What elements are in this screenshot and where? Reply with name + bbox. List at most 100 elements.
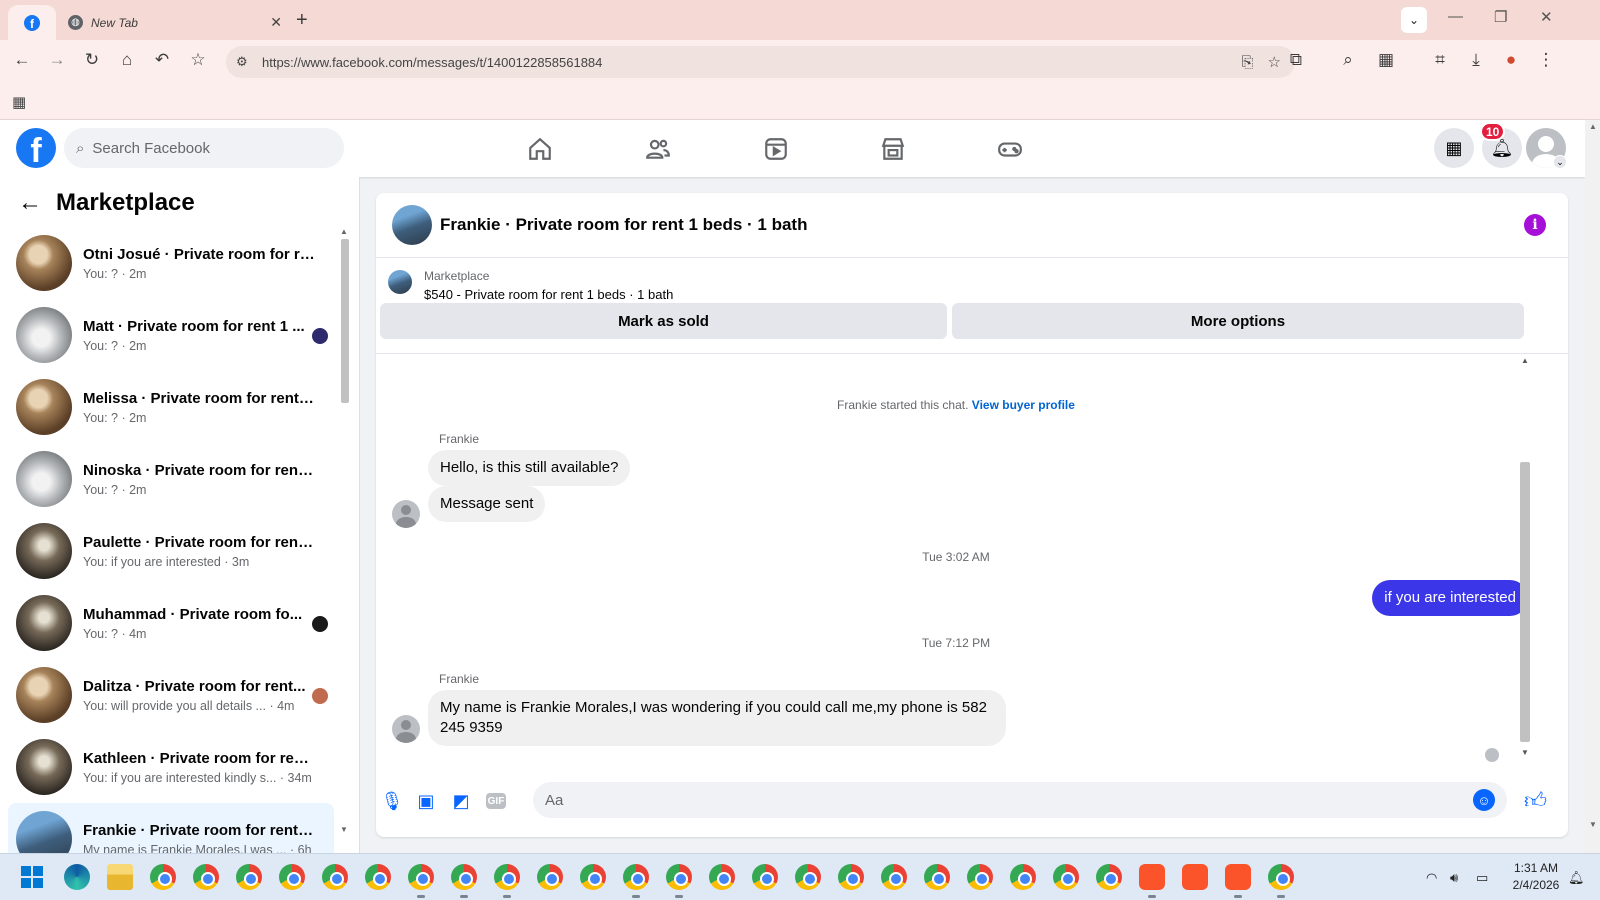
scrollbar-thumb[interactable]: [1520, 462, 1530, 742]
incoming-message[interactable]: Message sent: [428, 486, 546, 522]
nav-gaming-icon[interactable]: [980, 132, 1040, 166]
tab-facebook[interactable]: f: [8, 5, 56, 40]
brave-icon[interactable]: [1182, 864, 1208, 890]
reload-icon[interactable]: ↻: [80, 50, 104, 70]
facebook-search-input[interactable]: [92, 139, 313, 157]
close-window-icon[interactable]: ✕: [1540, 8, 1553, 26]
chrome-icon[interactable]: [1010, 864, 1036, 890]
chrome-icon[interactable]: [279, 864, 305, 890]
chrome-icon[interactable]: [795, 864, 821, 890]
volume-icon[interactable]: 🔊︎: [1450, 870, 1458, 886]
chrome-icon[interactable]: [537, 864, 563, 890]
notification-center-icon[interactable]: 🔔︎: [1568, 870, 1585, 886]
sidebar-scrollbar[interactable]: ▲ ▼: [338, 227, 352, 837]
chevron-down-icon[interactable]: ⌄: [1553, 155, 1567, 169]
chrome-icon[interactable]: [580, 864, 606, 890]
minimize-icon[interactable]: —: [1448, 8, 1463, 25]
edge-icon[interactable]: [64, 864, 90, 890]
message-scrollbar[interactable]: ▲ ▼: [1518, 354, 1532, 766]
conversation-item[interactable]: Dalitza · Private room for rent... You: w…: [8, 659, 334, 731]
system-clock[interactable]: 1:31 AM 2/4/2026: [1508, 860, 1564, 894]
gif-icon[interactable]: GIF: [484, 789, 508, 813]
windows-start-icon[interactable]: [21, 866, 43, 888]
nav-friends-icon[interactable]: [628, 132, 688, 166]
file-explorer-icon[interactable]: [107, 864, 133, 890]
chrome-icon[interactable]: [236, 864, 262, 890]
chrome-icon[interactable]: [451, 864, 477, 890]
download-icon[interactable]: ⤓: [1464, 50, 1488, 70]
chrome-icon[interactable]: [408, 864, 434, 890]
photo-attach-icon[interactable]: ▣: [414, 789, 438, 813]
tab-search-button[interactable]: ⌄: [1401, 7, 1427, 33]
chat-title[interactable]: Frankie · Private room for rent 1 beds ·…: [440, 215, 807, 235]
menu-kebab-icon[interactable]: ⋮: [1534, 50, 1558, 70]
chrome-icon[interactable]: [623, 864, 649, 890]
scrollbar-thumb[interactable]: [341, 239, 349, 403]
brave-icon[interactable]: [1139, 864, 1165, 890]
conversation-item[interactable]: Otni Josué · Private room for re... You: …: [8, 227, 334, 299]
conversation-item[interactable]: Frankie · Private room for rent 1 ... My …: [8, 803, 334, 853]
page-scrollbar[interactable]: ▲ ▼: [1585, 120, 1600, 853]
chrome-icon[interactable]: [193, 864, 219, 890]
qr-code-icon[interactable]: ▦: [1374, 50, 1398, 70]
chrome-icon[interactable]: [322, 864, 348, 890]
chrome-icon[interactable]: [709, 864, 735, 890]
chrome-icon[interactable]: [881, 864, 907, 890]
chrome-icon[interactable]: [494, 864, 520, 890]
microphone-icon[interactable]: 🎙︎: [380, 789, 404, 813]
outgoing-message[interactable]: if you are interested: [1372, 580, 1528, 616]
conversation-item[interactable]: Paulette · Private room for rent ... You:…: [8, 515, 334, 587]
emoji-icon[interactable]: ☺: [1473, 789, 1495, 811]
install-app-icon[interactable]: ⎘: [1242, 54, 1254, 71]
scroll-up-icon[interactable]: ▲: [340, 227, 348, 236]
incoming-message[interactable]: My name is Frankie Morales,I was wonderi…: [428, 690, 1006, 746]
message-input-box[interactable]: ☺: [533, 782, 1507, 818]
conversation-item[interactable]: Kathleen · Private room for rent ... You:…: [8, 731, 334, 803]
apps-grid-icon[interactable]: ▦: [12, 93, 26, 111]
chrome-icon[interactable]: [666, 864, 692, 890]
listing-details[interactable]: $540 - Private room for rent 1 beds · 1 …: [424, 287, 673, 302]
chrome-icon[interactable]: [365, 864, 391, 890]
profile-icon[interactable]: ●: [1499, 50, 1523, 70]
sender-avatar[interactable]: [392, 715, 420, 743]
url-text[interactable]: https://www.facebook.com/messages/t/1400…: [262, 55, 1242, 70]
listing-small-thumbnail[interactable]: [388, 270, 412, 294]
thumbs-up-icon[interactable]: 👍︎: [1524, 787, 1547, 814]
close-tab-icon[interactable]: ✕: [270, 14, 282, 31]
nav-home-icon[interactable]: [510, 132, 570, 166]
tab-new-tab[interactable]: ◍ New Tab ✕: [62, 5, 290, 40]
chrome-icon[interactable]: [838, 864, 864, 890]
chrome-icon[interactable]: [1096, 864, 1122, 890]
crop-icon[interactable]: ⌗: [1428, 50, 1452, 70]
scroll-up-icon[interactable]: ▲: [1589, 122, 1597, 131]
chrome-icon[interactable]: [150, 864, 176, 890]
nav-marketplace-icon[interactable]: [863, 132, 923, 166]
chrome-icon[interactable]: [924, 864, 950, 890]
more-options-button[interactable]: More options: [952, 303, 1524, 339]
bookmark-star-icon[interactable]: ☆: [186, 50, 210, 70]
message-input[interactable]: [545, 791, 1445, 809]
undo-icon[interactable]: ↶: [150, 50, 174, 70]
facebook-logo[interactable]: f: [16, 128, 56, 168]
address-bar[interactable]: ⚙ https://www.facebook.com/messages/t/14…: [226, 46, 1295, 78]
scroll-down-icon[interactable]: ▼: [340, 825, 348, 834]
facebook-search[interactable]: ⌕: [64, 128, 344, 168]
site-info-icon[interactable]: ⚙: [236, 54, 252, 70]
scroll-down-icon[interactable]: ▼: [1521, 748, 1529, 757]
forward-icon[interactable]: →: [45, 50, 69, 70]
back-arrow-icon[interactable]: ←: [18, 189, 42, 217]
view-buyer-profile-link[interactable]: View buyer profile: [972, 398, 1075, 412]
chrome-icon[interactable]: [1053, 864, 1079, 890]
conversation-item[interactable]: Matt · Private room for rent 1 ... You: ?…: [8, 299, 334, 371]
menu-grid-icon[interactable]: ▦: [1434, 128, 1474, 168]
brave-icon[interactable]: [1225, 864, 1251, 890]
scroll-up-icon[interactable]: ▲: [1521, 356, 1529, 365]
wifi-icon[interactable]: ◠: [1426, 870, 1437, 886]
extensions-icon[interactable]: ⧉: [1284, 50, 1308, 70]
mark-as-sold-button[interactable]: Mark as sold: [380, 303, 947, 339]
conversation-item[interactable]: Melissa · Private room for rent 1... You:…: [8, 371, 334, 443]
incoming-message[interactable]: Hello, is this still available?: [428, 450, 631, 486]
sender-avatar[interactable]: [392, 500, 420, 528]
star-icon[interactable]: ☆: [1268, 53, 1281, 71]
home-icon[interactable]: ⌂: [115, 50, 139, 70]
